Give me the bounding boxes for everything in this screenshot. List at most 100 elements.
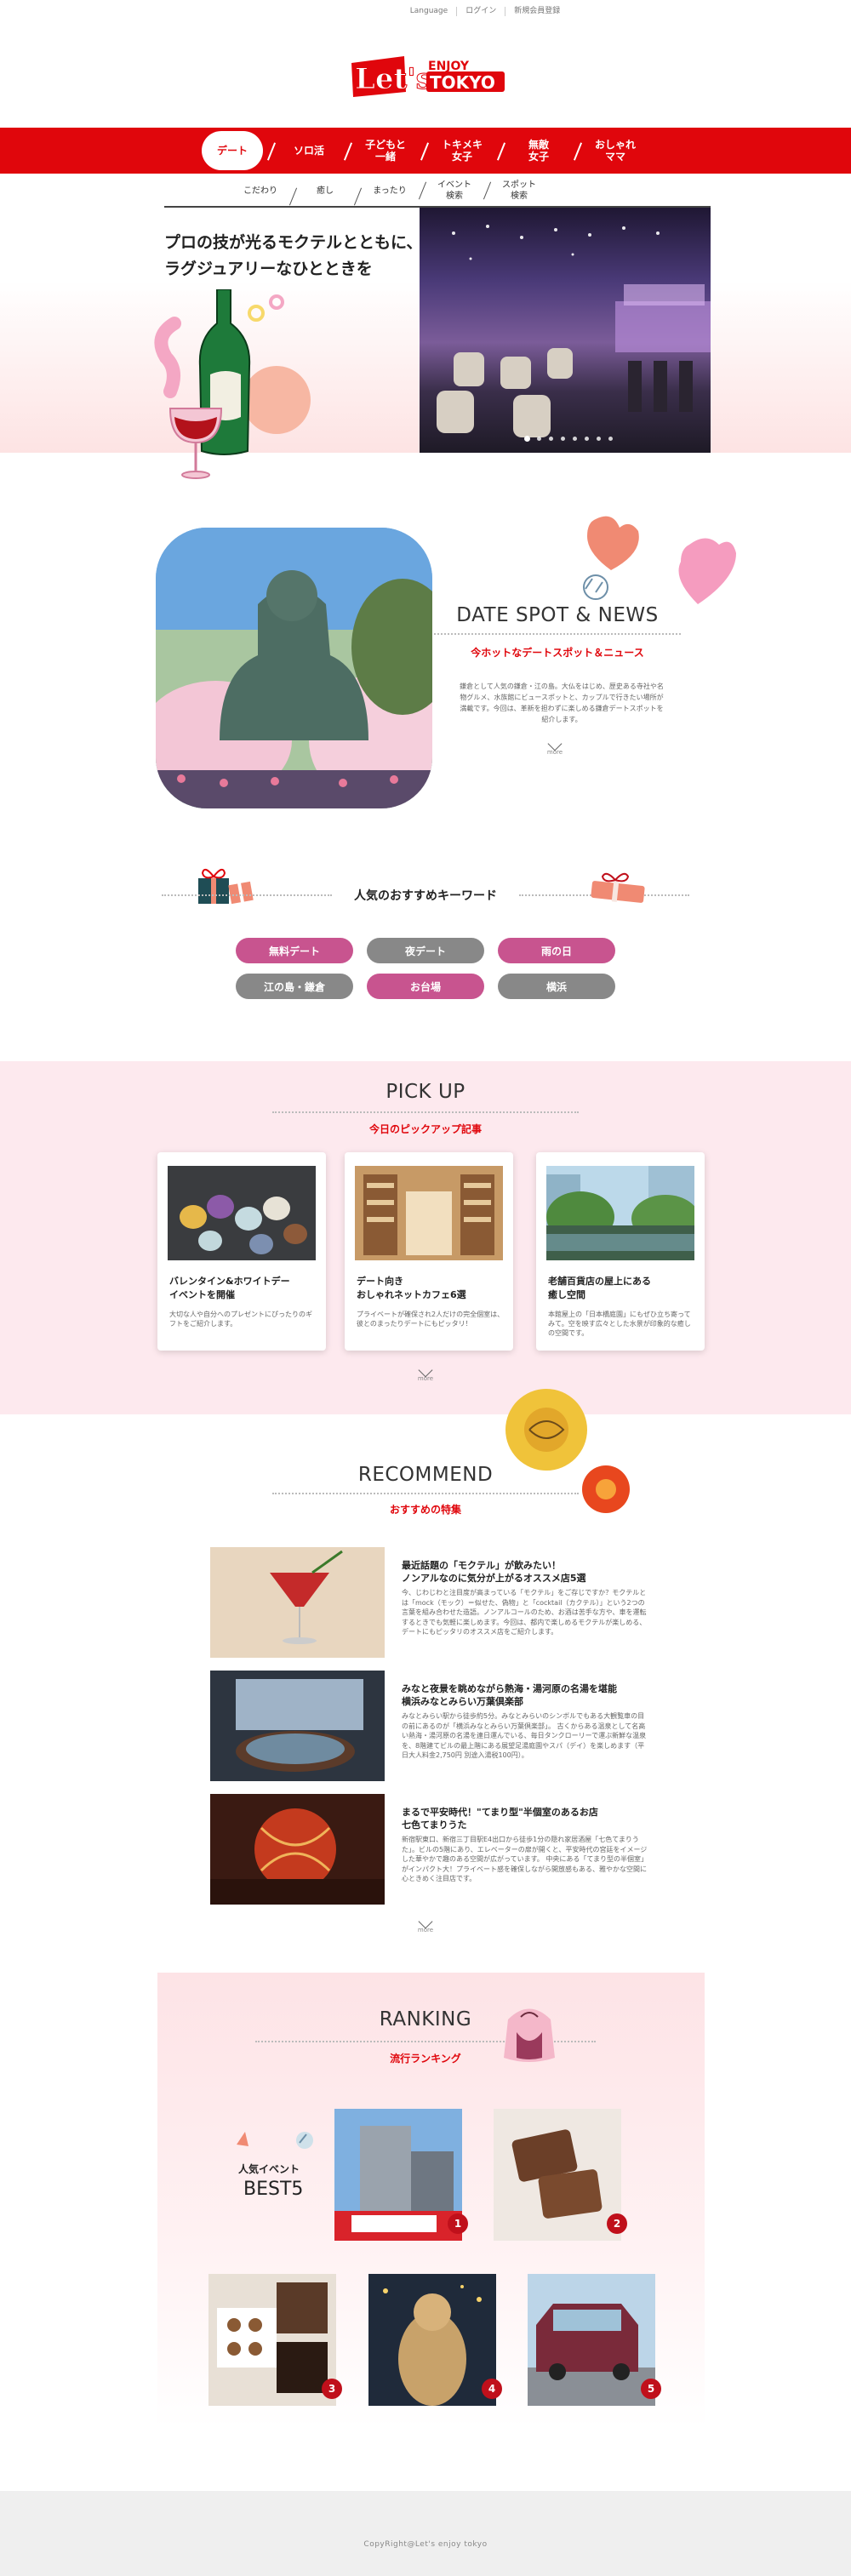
date-spot-image[interactable]: [156, 528, 432, 808]
date-spot-heading: DATE SPOT & NEWS: [456, 604, 659, 626]
keyword-grid: 無料デート 夜デート 雨の日 江の島・鎌倉 お台場 横浜: [236, 938, 615, 999]
rank-badge: 5: [641, 2379, 661, 2399]
sub-nav: こだわり 癒し まったり イベント 検索 スポット 検索: [0, 174, 851, 208]
recommend-item-image: [210, 1794, 385, 1905]
nav-item-kids[interactable]: 子どもと 一緒: [347, 131, 424, 170]
pickup-card-title: バレンタイン&ホワイトデー イベントを開催: [169, 1276, 290, 1300]
hero-dot[interactable]: [585, 437, 589, 441]
ranking-best5-label: 人気イベント: [238, 2163, 300, 2175]
pickup-card[interactable]: デート向き おしゃれネットカフェ6選 プライベートが確保され2人だけの完全個室は…: [345, 1152, 513, 1351]
ranking-item-image: [494, 2109, 621, 2241]
hero-dot[interactable]: [537, 437, 541, 441]
ranking-item[interactable]: 4: [368, 2274, 502, 2406]
keyword-button[interactable]: 無料デート: [236, 938, 353, 963]
pickup-heading: PICK UP: [386, 1081, 465, 1103]
sub-nav-kodawari[interactable]: こだわり: [228, 186, 293, 197]
recommend-more-link[interactable]: more: [408, 1914, 443, 1933]
pickup-more-link[interactable]: more: [408, 1362, 443, 1382]
keyword-button[interactable]: 江の島・鎌倉: [236, 974, 353, 999]
pickup-divider: [272, 1111, 579, 1113]
site-logo[interactable]: Let's ENJOY TOKYO: [345, 44, 506, 100]
flower-decoration: [505, 1389, 630, 1513]
pickup-card-image: [355, 1166, 503, 1260]
date-spot-more-link[interactable]: more: [538, 736, 572, 756]
nav-item-muteki[interactable]: 無敵 女子: [500, 131, 577, 170]
recommend-subheading: おすすめの特集: [389, 1504, 461, 1516]
ranking-item-image: [334, 2109, 462, 2241]
ranking-item-image: [528, 2274, 655, 2406]
hero-pagination: [525, 437, 613, 441]
pickup-card-text: 本館屋上の「日本橋庭園」にもぜひ立ち寄ってみて。空を映す広々とした水景が印象的な…: [548, 1311, 691, 1337]
footer: CopyRight@Let's enjoy tokyo: [0, 2491, 851, 2576]
wine-illustration: [154, 289, 311, 479]
hero-title: プロの技が光るモクテルとともに、ラグジュアリーなひとときを: [164, 233, 423, 278]
hero-dot[interactable]: [549, 437, 553, 441]
date-spot-divider: [434, 633, 681, 635]
keyword-button[interactable]: 夜デート: [367, 938, 484, 963]
recommend-item-image: [210, 1671, 385, 1781]
logo-lets: Let's: [355, 62, 432, 96]
recommend-item[interactable]: 最近話題の「モクテル」が飲みたい！ ノンアルなのに気分が上がるオススメ店5選 今…: [210, 1547, 647, 1658]
recommend-item-image: [210, 1547, 385, 1658]
ranking-item-image: [368, 2274, 496, 2406]
recommend-item-title: まるで平安時代！"てまり型"半個室のあるお店 七色てまりうた: [402, 1807, 598, 1831]
hero-dot[interactable]: [608, 437, 613, 441]
utility-nav: Language ログイン 新規会員登録: [0, 7, 851, 16]
recommend-item-text: 新宿駅東口、新宿三丁目駅E4出口から徒歩1分の隠れ家居酒屋「七色てまりうた」。ビ…: [402, 1836, 648, 1882]
rank-badge: 3: [322, 2379, 342, 2399]
rank-badge: 4: [482, 2379, 502, 2399]
language-link[interactable]: Language: [402, 7, 458, 16]
pickup-card-text: 大切な人や自分へのプレゼントにぴったりのギフトをご紹介します。: [169, 1311, 312, 1328]
nav-item-mama[interactable]: おしゃれ ママ: [577, 131, 654, 170]
keywords-title: 人気のおすすめキーワード: [354, 889, 497, 903]
sub-nav-event-search[interactable]: イベント 検索: [422, 180, 487, 202]
main-nav: デート ソロ活 子どもと 一緒 トキメキ 女子 無敵 女子 おしゃれ ママ: [0, 128, 851, 174]
pickup-card[interactable]: 老舗百貨店の屋上にある 癒し空間 本館屋上の「日本橋庭園」にもぜひ立ち寄ってみて…: [536, 1152, 705, 1351]
nav-item-solo[interactable]: ソロ活: [271, 131, 347, 170]
logo-enjoy: ENJOY: [428, 60, 470, 73]
bag-icon: [504, 2008, 555, 2062]
nav-item-tokimeki[interactable]: トキメキ 女子: [424, 131, 500, 170]
ranking-item-image: [208, 2274, 336, 2406]
recommend-item-text: みなとみらい駅から徒歩約5分。みなとみらいのシンボルでもある大観覧車の目の前にあ…: [402, 1712, 647, 1759]
nav-item-date[interactable]: デート: [202, 131, 263, 170]
pickup-card-image: [546, 1166, 694, 1260]
keyword-button[interactable]: 横浜: [498, 974, 615, 999]
sub-nav-iyashi[interactable]: 癒し: [293, 186, 357, 197]
copyright: CopyRight@Let's enjoy tokyo: [363, 2540, 488, 2549]
pickup-card-title: 老舗百貨店の屋上にある 癒し空間: [548, 1276, 651, 1300]
keyword-button[interactable]: 雨の日: [498, 938, 615, 963]
ranking-item[interactable]: 1: [334, 2109, 468, 2241]
hero-dot[interactable]: [597, 437, 601, 441]
login-link[interactable]: ログイン: [457, 7, 506, 16]
hero-dot[interactable]: [573, 437, 577, 441]
logo-tokyo: TOKYO: [430, 72, 495, 93]
sub-nav-spot-search[interactable]: スポット 検索: [487, 180, 551, 202]
sub-nav-mattari[interactable]: まったり: [357, 186, 422, 197]
pickup-card-title: デート向き おしゃれネットカフェ6選: [357, 1276, 466, 1300]
ranking-best5-title: BEST5: [243, 2179, 304, 2200]
ranking-item[interactable]: 5: [528, 2274, 661, 2406]
gift-box-icon: [591, 872, 645, 903]
register-link[interactable]: 新規会員登録: [505, 7, 568, 16]
recommend-item-title: 最近話題の「モクテル」が飲みたい！ ノンアルなのに気分が上がるオススメ店5選: [402, 1560, 586, 1584]
pickup-subheading: 今日のピックアップ記事: [368, 1123, 482, 1135]
keyword-button[interactable]: お台場: [367, 974, 484, 999]
pickup-card[interactable]: バレンタイン&ホワイトデー イベントを開催 大切な人や自分へのプレゼントにぴった…: [157, 1152, 326, 1351]
rank-badge: 1: [448, 2213, 468, 2234]
ranking-item[interactable]: 2: [494, 2109, 627, 2241]
hero-slide-image[interactable]: [420, 208, 711, 453]
recommend-divider: [272, 1493, 579, 1494]
hero-dot[interactable]: [561, 437, 565, 441]
recommend-item-text: 今、じわじわと注目度が高まっている「モクテル」をご存じですか？モクテルとは「mo…: [402, 1589, 647, 1636]
ranking-item[interactable]: 3: [208, 2274, 342, 2406]
recommend-item[interactable]: みなと夜景を眺めながら熱海・湯河原の名湯を堪能 横浜みなとみらい万葉倶楽部 みな…: [210, 1671, 646, 1781]
rank-badge: 2: [607, 2213, 627, 2234]
pickup-card-text: プライベートが確保され2人だけの完全個室は、彼とのまったりデートにもピッタリ！: [357, 1311, 505, 1328]
recommend-item-title: みなと夜景を眺めながら熱海・湯河原の名湯を堪能 横浜みなとみらい万葉倶楽部: [402, 1683, 617, 1707]
date-spot-subheading: 今ホットなデートスポット＆ニュース: [471, 647, 644, 659]
hero-dot[interactable]: [525, 437, 529, 441]
pickup-card-image: [168, 1166, 316, 1260]
recommend-heading: RECOMMEND: [357, 1464, 494, 1486]
recommend-item[interactable]: まるで平安時代！"てまり型"半個室のあるお店 七色てまりうた 新宿駅東口、新宿三…: [210, 1794, 648, 1905]
